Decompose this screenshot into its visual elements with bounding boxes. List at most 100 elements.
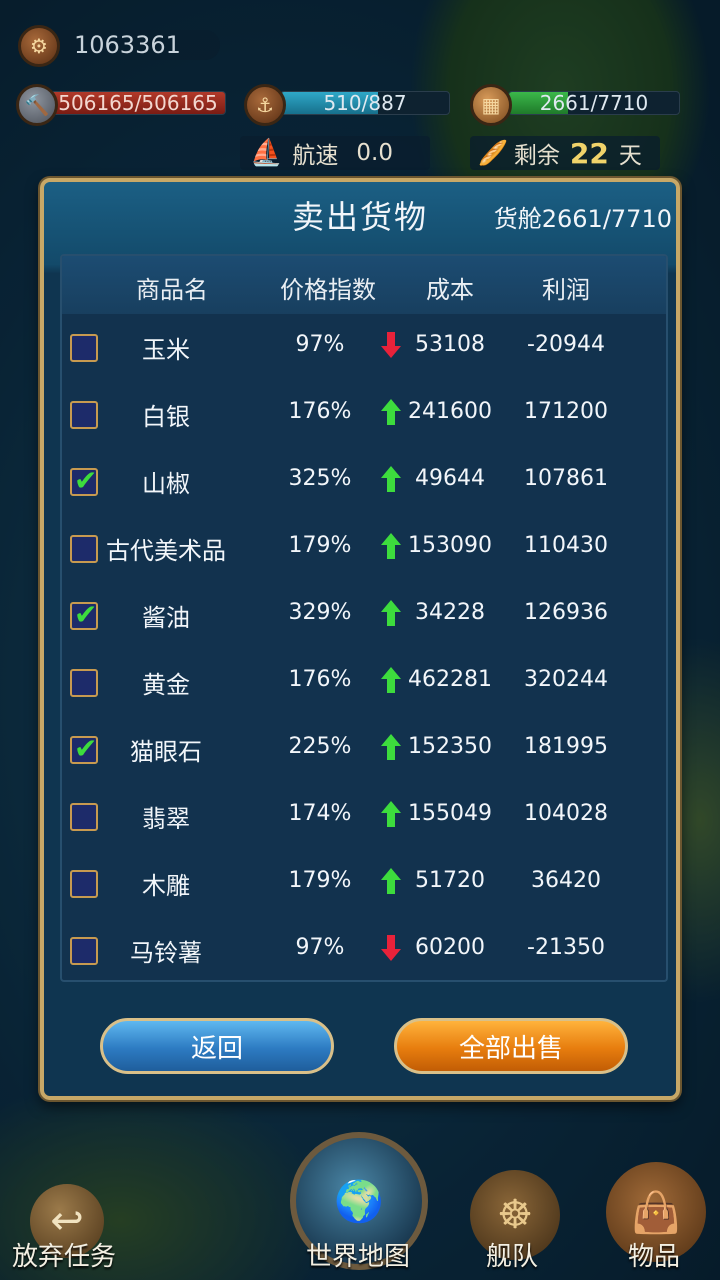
trend-down-arrow-icon <box>381 332 401 358</box>
table-row[interactable]: ✔ 山椒 325% 49644 107861 <box>62 448 666 515</box>
durability-value: 506165/506165 <box>58 91 218 115</box>
header-price-index: 价格指数 <box>280 276 376 304</box>
cargo-bar: 2661/7710 <box>508 91 680 115</box>
gold-value: 1063361 <box>74 31 181 59</box>
goods-profit: -21350 <box>527 935 605 960</box>
goods-profit: -20944 <box>527 332 605 357</box>
hammer-icon: 🔨 <box>16 84 58 126</box>
checkmark-icon: ✔ <box>74 732 98 765</box>
cargo-bar-value: 2661/7710 <box>539 91 649 115</box>
header-cost: 成本 <box>426 276 474 304</box>
trend-up-arrow-icon <box>381 801 401 827</box>
goods-cost: 34228 <box>415 600 485 625</box>
row-checkbox[interactable] <box>70 401 98 429</box>
goods-name: 猫眼石 <box>130 738 202 766</box>
goods-profit: 181995 <box>524 734 608 759</box>
trend-down-arrow-icon <box>381 935 401 961</box>
crew-bar: 510/887 <box>280 91 450 115</box>
goods-cost: 53108 <box>415 332 485 357</box>
row-checkbox[interactable] <box>70 669 98 697</box>
table-row[interactable]: 玉米 97% 53108 -20944 <box>62 314 666 381</box>
goods-table[interactable]: 商品名 价格指数 成本 利润 玉米 97% 53108 -20944 白银 176% 241… <box>60 254 668 982</box>
goods-cost: 60200 <box>415 935 485 960</box>
trend-up-arrow-icon <box>381 399 401 425</box>
abandon-quest-label[interactable]: 放弃任务 <box>12 1236 116 1273</box>
row-checkbox[interactable]: ✔ <box>70 598 98 631</box>
price-index: 97% <box>295 332 345 357</box>
price-index: 179% <box>288 533 352 558</box>
speed-label: 航速 <box>292 143 339 169</box>
price-index: 97% <box>295 935 345 960</box>
checkmark-icon: ✔ <box>74 464 98 497</box>
goods-cost: 152350 <box>408 734 492 759</box>
goods-cost: 241600 <box>408 399 492 424</box>
cargo-box-icon: ▦ <box>470 84 512 126</box>
goods-cost: 51720 <box>415 868 485 893</box>
trend-up-arrow-icon <box>381 734 401 760</box>
gold-coin-icon: ⚙ <box>18 25 60 67</box>
table-row[interactable]: 木雕 179% 51720 36420 <box>62 850 666 917</box>
sell-all-button[interactable]: 全部出售 <box>394 1018 628 1074</box>
goods-cost: 153090 <box>408 533 492 558</box>
trend-up-arrow-icon <box>381 667 401 693</box>
trend-up-arrow-icon <box>381 868 401 894</box>
cargo-capacity: 货舱2661/7710 <box>493 205 672 233</box>
ship-icon: ⛵ <box>250 138 283 168</box>
price-index: 176% <box>288 667 352 692</box>
table-row[interactable]: 古代美术品 179% 153090 110430 <box>62 515 666 582</box>
goods-name: 马铃薯 <box>130 939 202 967</box>
goods-profit: 36420 <box>531 868 601 893</box>
fleet-label[interactable]: 舰队 <box>486 1236 538 1273</box>
durability-bar: 506165/506165 <box>50 91 226 115</box>
goods-name: 黄金 <box>142 671 190 699</box>
price-index: 174% <box>288 801 352 826</box>
price-index: 179% <box>288 868 352 893</box>
crew-icon: ⚓ <box>244 84 286 126</box>
row-checkbox[interactable] <box>70 535 98 563</box>
remain-unit: 天 <box>618 143 642 169</box>
price-index: 329% <box>288 600 352 625</box>
speed-display: ⛵ 航速 0.0 <box>240 136 430 170</box>
header-profit: 利润 <box>542 276 590 304</box>
goods-profit: 110430 <box>524 533 608 558</box>
row-checkbox[interactable] <box>70 870 98 898</box>
trend-up-arrow-icon <box>381 533 401 559</box>
speed-value: 0.0 <box>356 140 393 166</box>
sell-cargo-dialog: 卖出货物 货舱2661/7710 商品名 价格指数 成本 利润 玉米 97% 531… <box>40 178 680 1100</box>
goods-name: 白银 <box>142 403 190 431</box>
remain-label: 剩余 <box>513 143 560 169</box>
goods-name: 翡翠 <box>142 805 190 833</box>
goods-name: 酱油 <box>142 604 190 632</box>
items-label[interactable]: 物品 <box>628 1236 680 1273</box>
table-row[interactable]: 白银 176% 241600 171200 <box>62 381 666 448</box>
row-checkbox[interactable] <box>70 334 98 362</box>
goods-name: 木雕 <box>142 872 190 900</box>
table-row[interactable]: ✔ 猫眼石 225% 152350 181995 <box>62 716 666 783</box>
table-header: 商品名 价格指数 成本 利润 <box>62 256 666 314</box>
remaining-days-display: 🥖 剩余 22 天 <box>470 136 660 170</box>
bread-icon: 🥖 <box>478 139 508 167</box>
goods-profit: 126936 <box>524 600 608 625</box>
goods-profit: 104028 <box>524 801 608 826</box>
price-index: 225% <box>288 734 352 759</box>
row-checkbox[interactable] <box>70 803 98 831</box>
back-button[interactable]: 返回 <box>100 1018 334 1074</box>
price-index: 325% <box>288 466 352 491</box>
table-row[interactable]: ✔ 酱油 329% 34228 126936 <box>62 582 666 649</box>
crew-value: 510/887 <box>323 91 407 115</box>
remain-days: 22 <box>569 136 609 170</box>
row-checkbox[interactable] <box>70 937 98 965</box>
goods-profit: 320244 <box>524 667 608 692</box>
table-row[interactable]: 马铃薯 97% 60200 -21350 <box>62 917 666 980</box>
world-map-label[interactable]: 世界地图 <box>306 1236 410 1273</box>
header-name: 商品名 <box>136 276 208 304</box>
trend-up-arrow-icon <box>381 466 401 492</box>
goods-name: 古代美术品 <box>106 537 226 565</box>
goods-cost: 155049 <box>408 801 492 826</box>
row-checkbox[interactable]: ✔ <box>70 732 98 765</box>
row-checkbox[interactable]: ✔ <box>70 464 98 497</box>
table-row[interactable]: 翡翠 174% 155049 104028 <box>62 783 666 850</box>
price-index: 176% <box>288 399 352 424</box>
table-row[interactable]: 黄金 176% 462281 320244 <box>62 649 666 716</box>
goods-cost: 462281 <box>408 667 492 692</box>
